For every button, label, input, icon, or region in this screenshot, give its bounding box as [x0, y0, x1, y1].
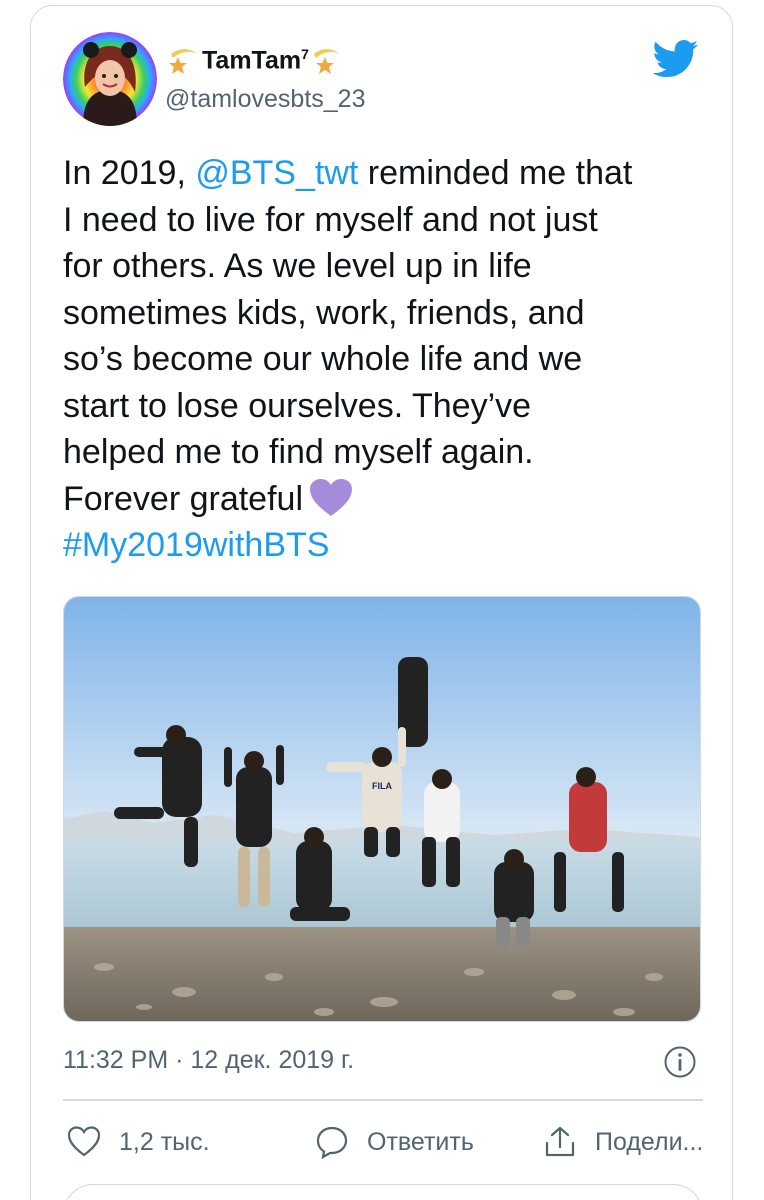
avatar[interactable] [63, 32, 157, 126]
share-upload-icon [545, 1126, 575, 1157]
photo-image: FILA [64, 597, 700, 1021]
tweet-text: In 2019, @BTS_twt reminded me that I nee… [63, 150, 713, 569]
mention-link[interactable]: @BTS_twt [195, 154, 358, 192]
action-bar: 1,2 тыс. Ответить Подели... [63, 1120, 703, 1164]
reply-bubble-icon [316, 1126, 348, 1159]
info-icon[interactable] [663, 1045, 697, 1079]
share-label: Подели... [595, 1127, 704, 1156]
divider [63, 1099, 703, 1101]
display-name-row[interactable]: TamTam7 [165, 44, 346, 78]
like-button[interactable]: 1,2 тыс. [67, 1120, 210, 1164]
fila-logo: FILA [372, 781, 392, 791]
heart-outline-icon [67, 1126, 101, 1157]
purple-heart-emoji-icon [310, 478, 352, 516]
tweet-timestamp[interactable]: 11:32 PM · 12 дек. 2019 г. [63, 1046, 354, 1075]
crescent-star-emoji-icon [313, 49, 340, 74]
hashtag-link[interactable]: #My2019withBTS [63, 526, 329, 564]
crescent-star-emoji-icon [169, 49, 197, 74]
avatar-image [63, 32, 157, 126]
tweet-text-rest: I need to live for myself and not just f… [63, 200, 598, 518]
share-button[interactable]: Подели... [543, 1120, 703, 1164]
twitter-bird-icon[interactable] [653, 40, 699, 78]
tweet-card[interactable]: TamTam7 @tamlovesbts_23 In 2019, @BTS_tw… [30, 5, 733, 1200]
display-name: TamTam7 [202, 46, 309, 75]
read-replies-button[interactable] [63, 1184, 703, 1200]
user-handle[interactable]: @tamlovesbts_23 [165, 85, 365, 114]
tweet-photo[interactable]: FILA [63, 596, 701, 1022]
reply-label: Ответить [367, 1127, 474, 1156]
tweet-text-suffix: reminded me that [358, 154, 633, 192]
reply-button[interactable]: Ответить [315, 1120, 474, 1164]
page: TamTam7 @tamlovesbts_23 In 2019, @BTS_tw… [0, 0, 764, 1200]
tweet-text-prefix: In 2019, [63, 154, 196, 192]
like-count: 1,2 тыс. [119, 1127, 210, 1156]
